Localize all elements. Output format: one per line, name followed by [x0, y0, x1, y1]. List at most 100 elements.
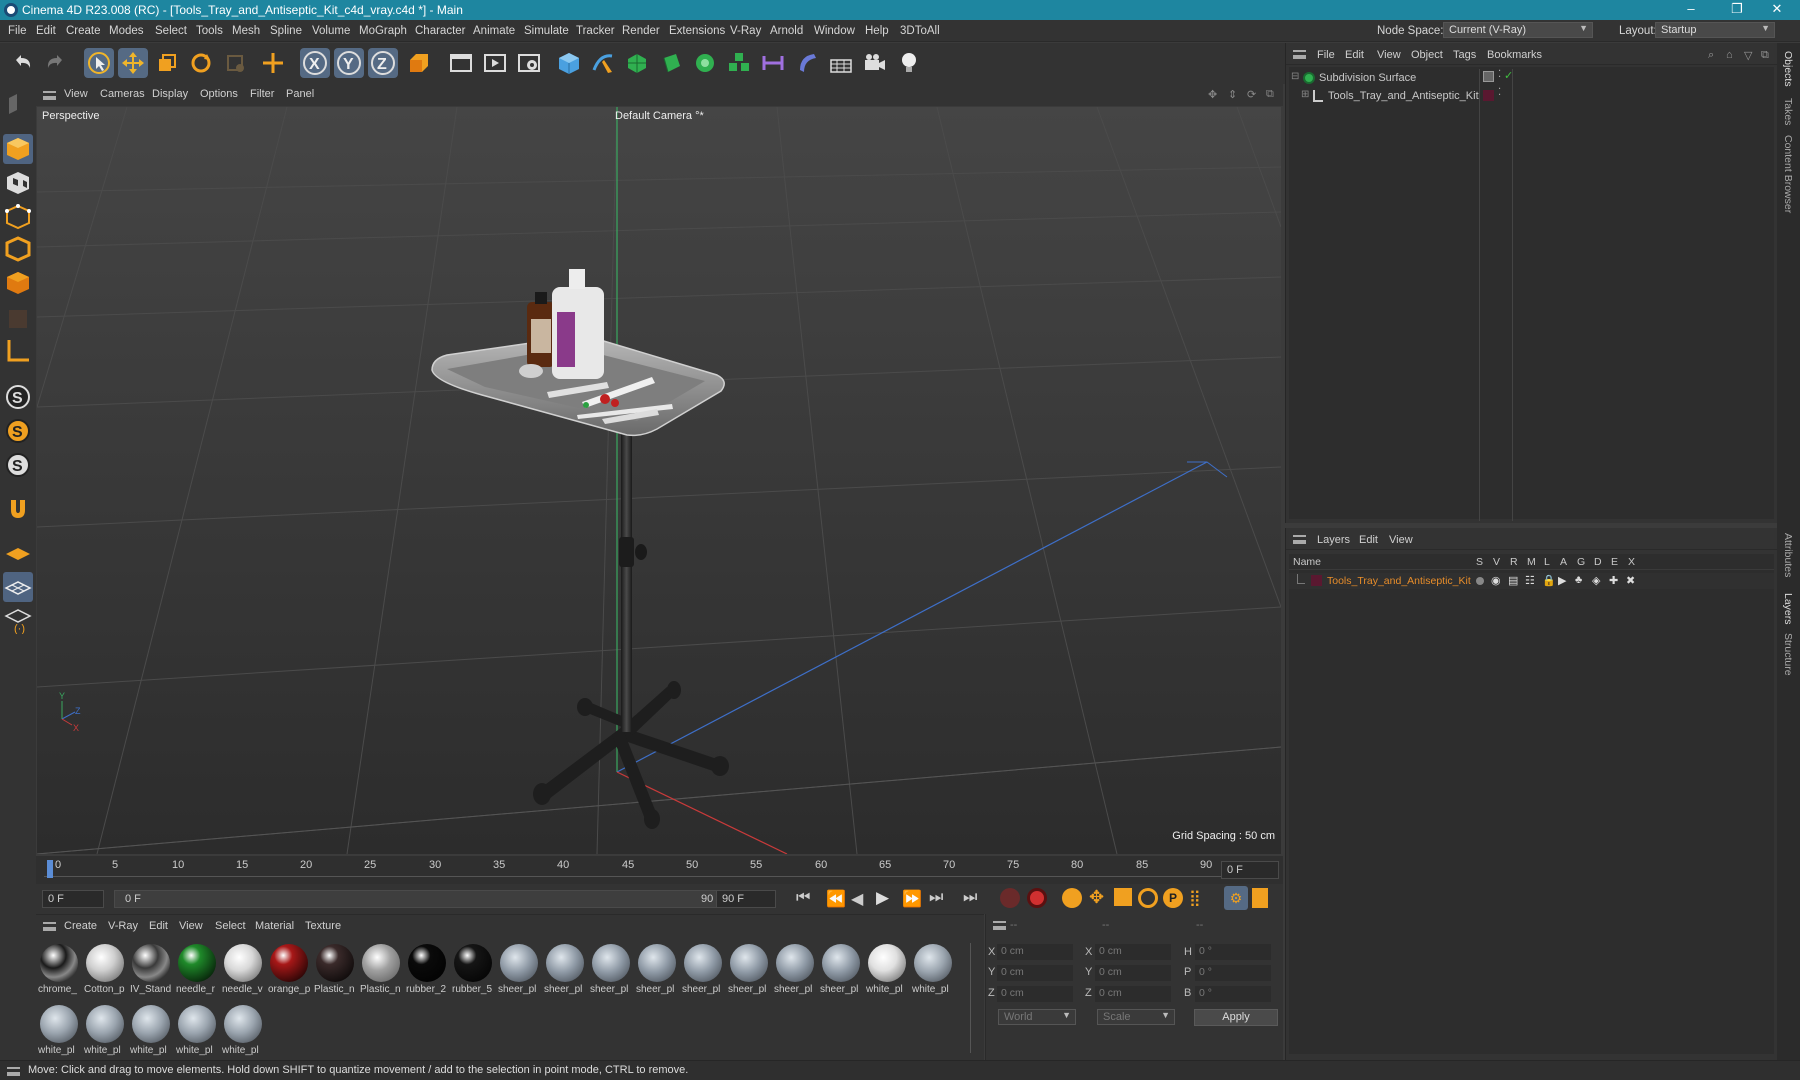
- menu-file[interactable]: File: [8, 25, 27, 37]
- layer-menu-layers[interactable]: Layers: [1317, 534, 1350, 546]
- menu-animate[interactable]: Animate: [473, 25, 515, 37]
- render-settings-icon[interactable]: [514, 48, 544, 78]
- pos-x-field[interactable]: 0 cm: [997, 944, 1073, 960]
- material-swatch[interactable]: white_pl: [130, 1003, 172, 1059]
- material-swatch[interactable]: sheer_pl: [636, 942, 678, 998]
- rot-b-field[interactable]: 0 °: [1195, 986, 1271, 1002]
- material-swatch[interactable]: orange_p: [268, 942, 310, 998]
- pan-view-icon[interactable]: ✥: [1208, 88, 1217, 101]
- next-key-icon[interactable]: ⏭: [929, 889, 943, 907]
- render-region-icon[interactable]: [446, 48, 476, 78]
- record-icon[interactable]: [1000, 888, 1020, 908]
- eye-icon[interactable]: ◉: [1491, 574, 1501, 587]
- cloner-icon[interactable]: [690, 48, 720, 78]
- hamburger-menu-icon[interactable]: [7, 1067, 20, 1076]
- pos-y-field[interactable]: 0 cm: [997, 965, 1073, 981]
- current-frame-marker[interactable]: [47, 860, 53, 878]
- generator-icon[interactable]: ♣: [1575, 574, 1582, 586]
- material-swatch[interactable]: rubber_2: [406, 942, 448, 998]
- key-pla-icon[interactable]: ⣿: [1189, 888, 1201, 908]
- hamburger-menu-icon[interactable]: [43, 91, 56, 100]
- close-button[interactable]: ✕: [1754, 0, 1800, 20]
- go-to-start-icon[interactable]: ⏮: [796, 889, 810, 907]
- pen-icon[interactable]: [588, 48, 618, 78]
- move-icon[interactable]: [118, 48, 148, 78]
- material-swatch[interactable]: sheer_pl: [682, 942, 724, 998]
- menu-vray[interactable]: V-Ray: [730, 25, 761, 37]
- viewport-menu-cameras[interactable]: Cameras: [100, 88, 145, 100]
- magnet-icon[interactable]: [3, 494, 33, 524]
- previous-frame-icon[interactable]: ◀: [851, 889, 863, 909]
- material-menu-material[interactable]: Material: [255, 920, 294, 932]
- cube-icon[interactable]: [554, 48, 584, 78]
- material-swatch[interactable]: needle_r: [176, 942, 218, 998]
- material-swatch[interactable]: rubber_5: [452, 942, 494, 998]
- animation-icon[interactable]: ▶: [1558, 574, 1566, 587]
- menu-mograph[interactable]: MoGraph: [359, 25, 407, 37]
- viewport-perspective[interactable]: Y Z X Perspective Default Camera °* Grid…: [37, 107, 1281, 854]
- material-swatch[interactable]: sheer_pl: [820, 942, 862, 998]
- extrude-icon[interactable]: [656, 48, 686, 78]
- material-swatch[interactable]: sheer_pl: [728, 942, 770, 998]
- motion-system-icon[interactable]: ⚙: [1224, 886, 1248, 910]
- menu-simulate[interactable]: Simulate: [524, 25, 569, 37]
- material-swatch[interactable]: needle_v: [222, 942, 264, 998]
- undo-icon[interactable]: [8, 48, 38, 78]
- expression-icon[interactable]: ✚: [1609, 574, 1618, 587]
- material-swatch[interactable]: sheer_pl: [498, 942, 540, 998]
- layer-color-swatch[interactable]: [1483, 90, 1494, 101]
- layout-dropdown[interactable]: Startup ▼: [1655, 22, 1775, 38]
- material-menu-edit[interactable]: Edit: [149, 920, 168, 932]
- current-frame-field[interactable]: 0 F: [1221, 861, 1279, 879]
- material-swatch[interactable]: white_pl: [912, 942, 954, 998]
- material-swatch[interactable]: sheer_pl: [590, 942, 632, 998]
- material-menu-view[interactable]: View: [179, 920, 203, 932]
- lock-icon[interactable]: 🔒: [1542, 574, 1556, 587]
- material-swatch[interactable]: white_pl: [866, 942, 908, 998]
- material-swatch[interactable]: chrome_: [38, 942, 80, 998]
- material-menu-select[interactable]: Select: [215, 920, 246, 932]
- workplane-icon[interactable]: [3, 538, 33, 568]
- go-to-end-icon[interactable]: ⏭: [963, 889, 977, 907]
- viewport-camera[interactable]: Default Camera °*: [615, 110, 704, 122]
- scale-tool-icon[interactable]: [220, 48, 250, 78]
- z-axis-icon[interactable]: Z: [368, 48, 398, 78]
- material-swatch[interactable]: Plastic_n: [360, 942, 402, 998]
- tab-layers[interactable]: Layers: [1782, 593, 1794, 625]
- material-menu-vray[interactable]: V-Ray: [108, 920, 138, 932]
- grid-icon[interactable]: [3, 572, 33, 602]
- menu-tracker[interactable]: Tracker: [576, 25, 615, 37]
- menu-volume[interactable]: Volume: [312, 25, 350, 37]
- visibility-dots-icon[interactable]: ⁚: [1498, 87, 1501, 98]
- uv-mode-icon[interactable]: [3, 304, 33, 334]
- menu-help[interactable]: Help: [865, 25, 889, 37]
- key-position-icon[interactable]: ✥: [1089, 887, 1104, 908]
- object-menu-object[interactable]: Object: [1411, 49, 1443, 61]
- viewport-menu-panel[interactable]: Panel: [286, 88, 314, 100]
- material-menu-create[interactable]: Create: [64, 920, 97, 932]
- pos-z-field[interactable]: 0 cm: [997, 986, 1073, 1002]
- object-row-subdivision[interactable]: ⊟ Subdivision Surface ⁚ ✓: [1289, 69, 1774, 521]
- menu-character[interactable]: Character: [415, 25, 466, 37]
- model-mode-icon[interactable]: [3, 134, 33, 164]
- solo-toggle-icon[interactable]: [1476, 577, 1484, 585]
- material-swatch[interactable]: Cotton_p: [84, 942, 126, 998]
- light-icon[interactable]: [894, 48, 924, 78]
- menu-spline[interactable]: Spline: [270, 25, 302, 37]
- object-menu-bookmarks[interactable]: Bookmarks: [1487, 49, 1542, 61]
- size-x-field[interactable]: 0 cm: [1095, 944, 1171, 960]
- symmetry-icon[interactable]: [758, 48, 788, 78]
- home-icon[interactable]: ⌂: [1726, 49, 1733, 61]
- layer-row[interactable]: Tools_Tray_and_Antiseptic_Kit ◉ ▤ ☷ 🔒 ▶ …: [1289, 573, 1774, 589]
- material-scrollbar[interactable]: [970, 943, 976, 1053]
- viewport-menu-options[interactable]: Options: [200, 88, 238, 100]
- material-swatch[interactable]: white_pl: [38, 1003, 80, 1059]
- material-swatch[interactable]: sheer_pl: [544, 942, 586, 998]
- tab-objects[interactable]: Objects: [1782, 51, 1794, 87]
- polygon-mode-icon[interactable]: [3, 268, 33, 298]
- material-swatch[interactable]: white_pl: [222, 1003, 264, 1059]
- key-rotation-icon[interactable]: [1138, 888, 1158, 908]
- point-mode-icon[interactable]: [3, 202, 33, 232]
- layer-name[interactable]: Tools_Tray_and_Antiseptic_Kit: [1327, 575, 1471, 587]
- layer-menu-edit[interactable]: Edit: [1359, 534, 1378, 546]
